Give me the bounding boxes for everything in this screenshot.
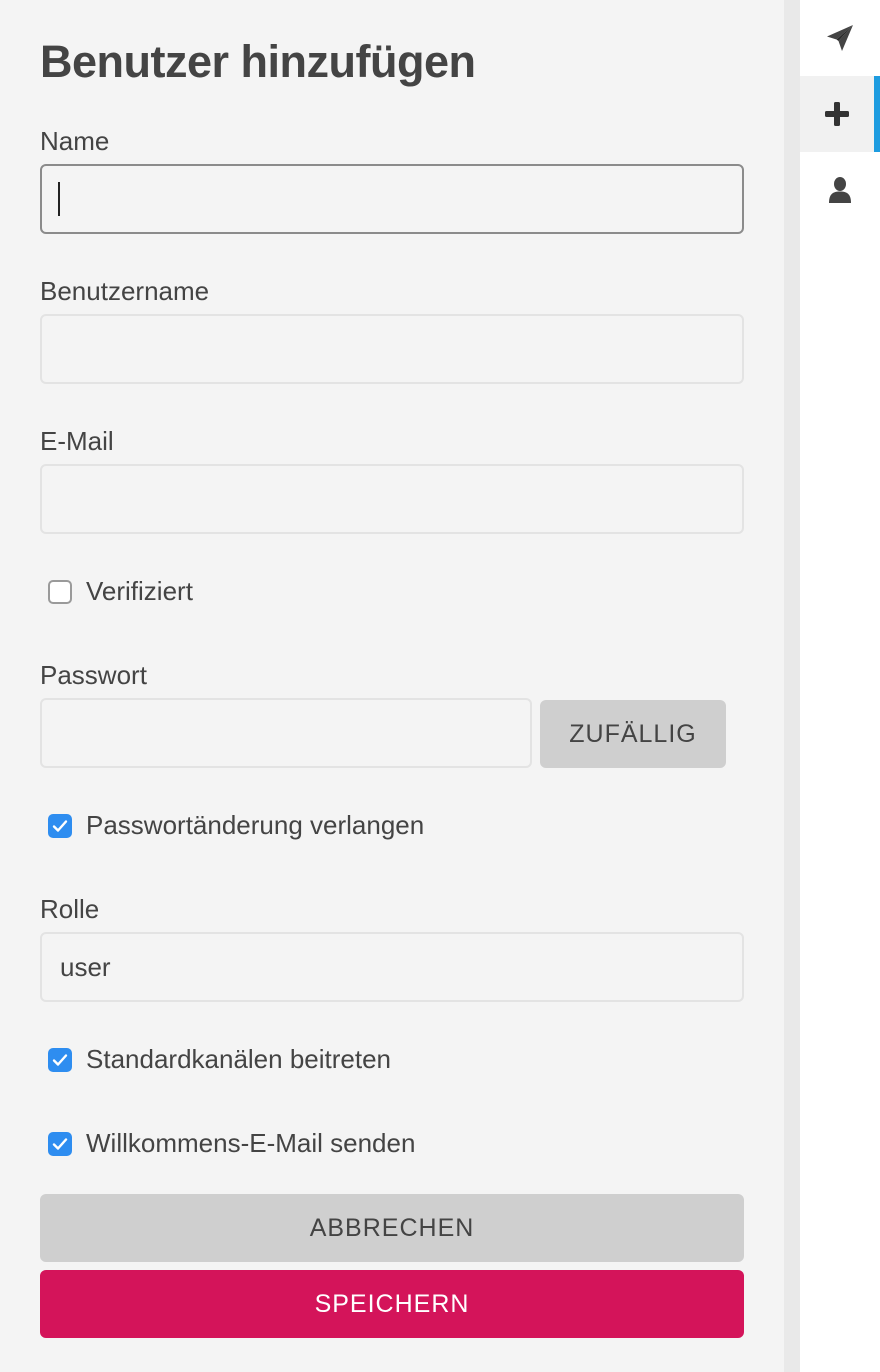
require-password-change-label: Passwortänderung verlangen [86, 810, 425, 840]
verified-label: Verifiziert [86, 576, 193, 606]
checkmark-icon [52, 1137, 68, 1150]
cancel-button[interactable]: ABBRECHEN [40, 1194, 744, 1262]
join-default-channels-label: Standardkanälen beitreten [86, 1044, 392, 1074]
rail-item-send[interactable] [800, 0, 880, 76]
checkmark-icon [52, 819, 68, 832]
role-input[interactable] [40, 932, 744, 1002]
plus-icon [825, 102, 849, 126]
require-password-change-option[interactable]: Passwortänderung verlangen [48, 810, 424, 841]
panel-divider [784, 0, 800, 1372]
send-welcome-email-label: Willkommens-E-Mail senden [86, 1128, 416, 1158]
join-default-channels-checkbox[interactable] [48, 1047, 72, 1072]
save-button[interactable]: SPEICHERN [40, 1270, 744, 1338]
send-welcome-email-checkbox[interactable] [48, 1131, 72, 1156]
rail-item-add-user[interactable] [800, 76, 880, 152]
role-label: Rolle [40, 894, 100, 924]
verified-option[interactable]: Verifiziert [48, 576, 193, 607]
page-title: Benutzer hinzufügen [40, 36, 476, 87]
join-default-channels-option[interactable]: Standardkanälen beitreten [48, 1044, 391, 1075]
username-label: Benutzername [40, 276, 210, 306]
password-label: Passwort [40, 660, 147, 690]
name-label: Name [40, 126, 110, 156]
verified-checkbox[interactable] [48, 579, 72, 604]
rail-item-user-info[interactable] [800, 152, 880, 228]
add-user-panel: Benutzer hinzufügen Name Benutzername E-… [0, 0, 784, 1372]
email-label: E-Mail [40, 426, 114, 456]
require-password-change-checkbox[interactable] [48, 813, 72, 838]
send-icon [827, 25, 853, 51]
password-input[interactable] [40, 698, 532, 768]
user-icon [829, 177, 851, 203]
checkmark-icon [52, 1053, 68, 1066]
username-input[interactable] [40, 314, 744, 384]
sidebar-rail [800, 0, 880, 1372]
send-welcome-email-option[interactable]: Willkommens-E-Mail senden [48, 1128, 415, 1159]
random-password-button[interactable]: ZUFÄLLIG [540, 700, 726, 768]
email-input[interactable] [40, 464, 744, 534]
text-caret [58, 182, 60, 216]
name-input[interactable] [40, 164, 744, 234]
